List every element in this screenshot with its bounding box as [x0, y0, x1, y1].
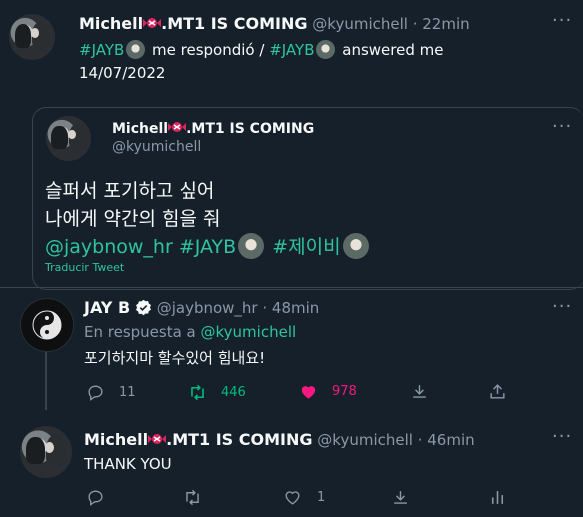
- retweet-icon: [191, 384, 204, 401]
- share-button[interactable]: [488, 382, 507, 401]
- hashtag[interactable]: #제이비: [272, 236, 340, 258]
- share-menu-button[interactable]: [410, 382, 429, 401]
- reply-count: 11: [119, 385, 136, 400]
- hashflag-icon: [316, 40, 336, 59]
- tweet-text: #JAYB me respondió / #JAYB answered me 1…: [79, 39, 443, 85]
- heart-icon: [285, 491, 300, 505]
- like-count: 978: [332, 384, 357, 399]
- tweet-text: THANK YOU: [84, 455, 172, 473]
- timestamp[interactable]: · 22min: [413, 15, 470, 33]
- date-text: 14/07/2022: [79, 64, 166, 82]
- like-count: 1: [317, 490, 326, 505]
- reply-context: En respuesta a @kyumichell: [84, 323, 296, 341]
- tweet-text: 포기하지마 할수있어 힘내요!: [84, 349, 266, 367]
- hashflag-icon: [342, 233, 369, 259]
- like-button[interactable]: 978: [299, 382, 357, 401]
- text-line: 슬퍼서 포기하고 싶어: [45, 180, 215, 202]
- display-name[interactable]: Michell: [79, 14, 143, 33]
- mention-link[interactable]: @jaybnow_hr: [45, 236, 173, 258]
- avatar[interactable]: [20, 426, 72, 478]
- candy-icon: [168, 122, 187, 132]
- reply-icon: [88, 385, 103, 401]
- display-name-suffix[interactable]: .MT1 IS COMING: [161, 14, 307, 33]
- more-icon[interactable]: ···: [552, 296, 572, 317]
- hashflag-icon: [238, 233, 265, 259]
- display-name-suffix[interactable]: .MT1 IS COMING: [166, 430, 312, 449]
- tweet-header: JAY B @jaybnow_hr · 48min: [84, 298, 319, 317]
- handle[interactable]: @kyumichell: [317, 431, 413, 449]
- hashtag[interactable]: #JAYB: [269, 41, 314, 59]
- text-span: me respondió /: [147, 41, 270, 59]
- reply-button[interactable]: 11: [86, 383, 136, 402]
- handle: @kyumichell: [112, 139, 202, 155]
- more-icon[interactable]: ···: [552, 116, 572, 137]
- analytics-icon: [491, 491, 504, 504]
- retweet-count: 446: [221, 385, 246, 400]
- candy-icon: [148, 434, 167, 444]
- like-button[interactable]: 1: [283, 488, 325, 507]
- avatar[interactable]: [9, 14, 55, 60]
- reply-button[interactable]: [86, 488, 105, 507]
- text-span: answered me: [337, 41, 444, 59]
- thread-line: [45, 352, 47, 410]
- display-name: Michell: [112, 121, 169, 137]
- more-icon[interactable]: ···: [552, 426, 572, 447]
- handle[interactable]: @kyumichell: [312, 15, 408, 33]
- analytics-button[interactable]: [488, 488, 507, 507]
- yin-yang-icon: [32, 310, 62, 340]
- reply-prefix: En respuesta a: [84, 323, 201, 341]
- share-icon: [490, 384, 505, 399]
- retweet-icon: [186, 489, 199, 506]
- display-name[interactable]: Michell: [84, 430, 148, 449]
- verified-badge-icon: [136, 299, 151, 316]
- display-name[interactable]: JAY B: [84, 298, 130, 317]
- quoted-text: 슬퍼서 포기하고 싶어 나에게 약간의 힘을 줘 @jaybnow_hr #JA…: [45, 177, 371, 261]
- download-icon: [413, 385, 426, 398]
- hashtag[interactable]: #JAYB: [179, 236, 236, 258]
- tweet-header: Michell .MT1 IS COMING @kyumichell · 46mi…: [84, 430, 475, 449]
- reply-icon: [88, 490, 103, 506]
- divider: [0, 287, 583, 288]
- heart-filled-icon: [301, 386, 316, 399]
- display-name-suffix: .MT1 IS COMING: [186, 121, 315, 137]
- quoted-header: Michell .MT1 IS COMING: [112, 119, 314, 137]
- handle[interactable]: @jaybnow_hr: [157, 299, 258, 317]
- avatar[interactable]: [20, 298, 74, 352]
- download-icon: [394, 491, 407, 504]
- timestamp[interactable]: · 46min: [418, 431, 475, 449]
- avatar: [46, 116, 91, 161]
- share-menu-button[interactable]: [391, 488, 410, 507]
- reply-to-link[interactable]: @kyumichell: [201, 323, 297, 341]
- tweet-header: Michell .MT1 IS COMING @kyumichell · 22mi…: [79, 14, 470, 33]
- text-line: 나에게 약간의 힘을 줘: [45, 208, 221, 230]
- translate-link[interactable]: Traducir Tweet: [45, 261, 124, 274]
- hashtag[interactable]: #JAYB: [79, 41, 124, 59]
- more-icon[interactable]: ···: [552, 10, 572, 31]
- hashflag-icon: [126, 40, 146, 59]
- candy-icon: [143, 18, 162, 28]
- timestamp[interactable]: · 48min: [262, 299, 319, 317]
- retweet-button[interactable]: 446: [188, 383, 246, 402]
- retweet-button[interactable]: [183, 488, 202, 507]
